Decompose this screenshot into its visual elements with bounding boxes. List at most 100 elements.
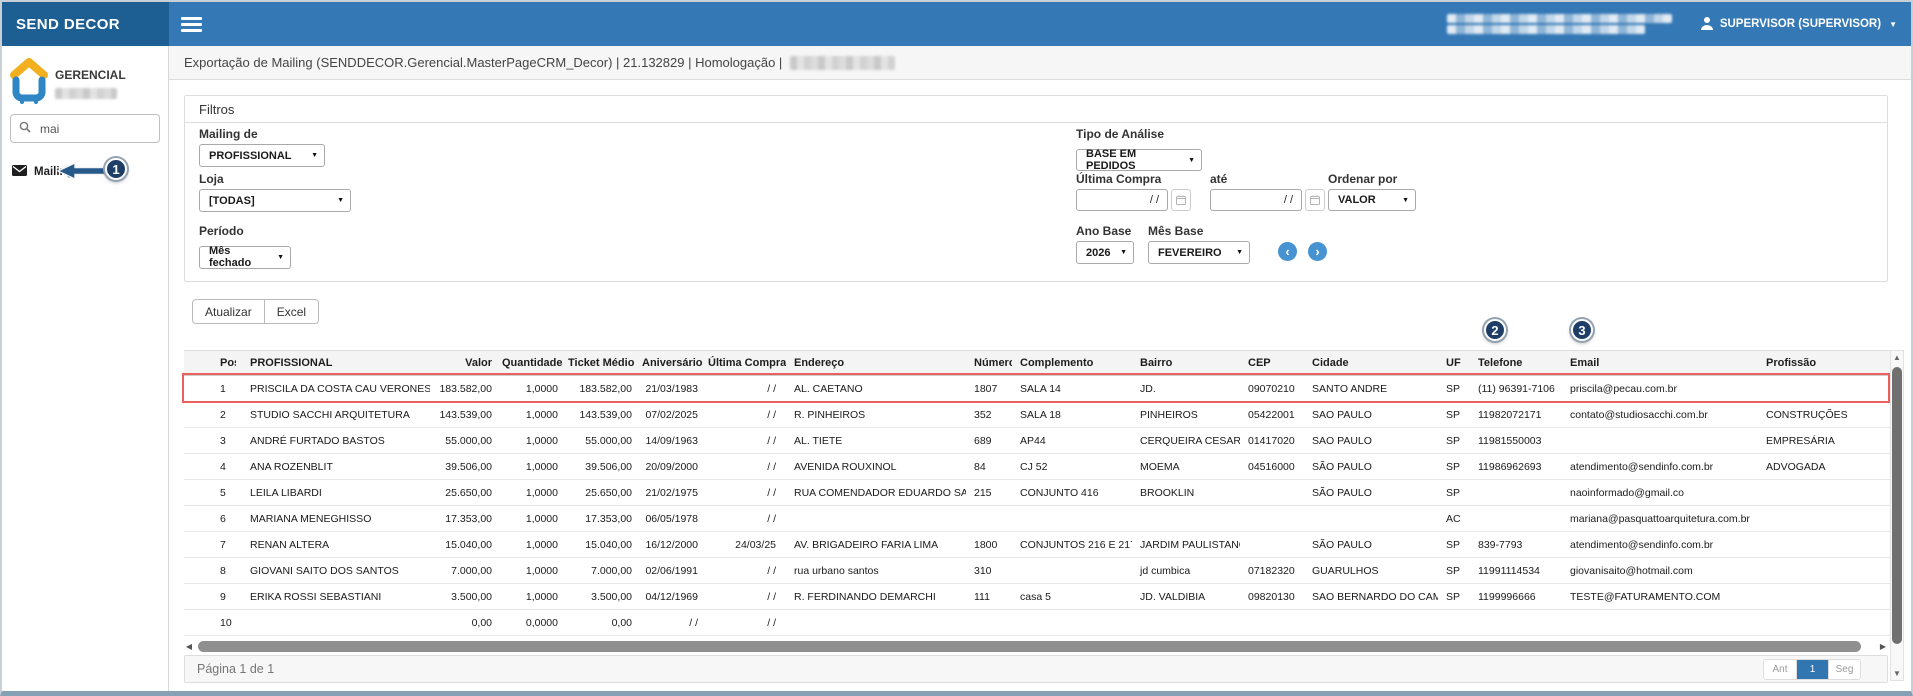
excel-button[interactable]: Excel (265, 299, 319, 324)
col-header-cep[interactable]: CEP (1240, 351, 1304, 376)
scroll-right-icon[interactable]: ▶ (1878, 642, 1888, 651)
cell: EMPRESÁRIA (1758, 428, 1892, 454)
cell: 352 (966, 402, 1012, 428)
page-1-button[interactable]: 1 (1796, 660, 1828, 679)
cell (1304, 506, 1438, 532)
cell: ANA ROZENBLIT (236, 454, 430, 480)
vertical-scrollbar[interactable]: ▲ ▼ (1890, 350, 1904, 681)
cell: RUA COMENDADOR EDUARDO SACCAB (786, 480, 966, 506)
scroll-up-icon[interactable]: ▲ (1891, 353, 1903, 362)
annotation-badge-1: 1 (105, 158, 127, 180)
horizontal-scroll-thumb[interactable] (198, 641, 1861, 652)
cell: priscila@pecau.com.br (1562, 376, 1758, 402)
col-header-profissional[interactable]: PROFISSIONAL (236, 351, 430, 376)
col-header-valor[interactable]: Valor (430, 351, 502, 376)
cell: 9 (184, 584, 236, 610)
col-header-bairro[interactable]: Bairro (1132, 351, 1240, 376)
mes-base-select[interactable]: FEVEREIRO▼ (1148, 241, 1250, 264)
col-header-n-mero[interactable]: Número (966, 351, 1012, 376)
horizontal-scrollbar[interactable]: ◀ ▶ (184, 640, 1888, 653)
ate-label: até (1210, 172, 1325, 186)
col-header-profiss-o[interactable]: Profissão (1758, 351, 1892, 376)
scroll-left-icon[interactable]: ◀ (184, 642, 194, 651)
cell: AL. TIETE (786, 428, 966, 454)
col-header-endere-o[interactable]: Endereço (786, 351, 966, 376)
cell: 07182320 (1240, 558, 1304, 584)
cell: BROOKLIN (1132, 480, 1240, 506)
ano-base-select[interactable]: 2026▼ (1076, 241, 1134, 264)
redacted-text (1447, 14, 1672, 34)
ultima-compra-date-input[interactable]: / / (1076, 189, 1168, 211)
loja-select[interactable]: [TODAS]▼ (199, 189, 351, 212)
vertical-scroll-thumb[interactable] (1892, 367, 1902, 644)
search-input[interactable] (40, 122, 140, 136)
ate-date-input[interactable]: / / (1210, 189, 1302, 211)
page-info: Página 1 de 1 (197, 662, 274, 676)
col-header-cidade[interactable]: Cidade (1304, 351, 1438, 376)
cell: SALA 14 (1012, 376, 1132, 402)
cell: 7.000,00 (430, 558, 502, 584)
cell (1132, 506, 1240, 532)
table-row[interactable]: 100,000,00000,00/ // / (184, 610, 1892, 636)
cell: 1,0000 (502, 480, 568, 506)
atualizar-button[interactable]: Atualizar (192, 299, 265, 324)
hamburger-menu-icon[interactable] (181, 17, 202, 32)
previous-month-button[interactable]: ‹ (1278, 242, 1297, 261)
col-header-telefone[interactable]: Telefone (1470, 351, 1562, 376)
table-row[interactable]: 1PRISCILA DA COSTA CAU VERONESI183.582,0… (184, 376, 1892, 402)
user-menu[interactable]: SUPERVISOR (SUPERVISOR) ▼ (1700, 16, 1897, 33)
table-row[interactable]: 2STUDIO SACCHI ARQUITETURA143.539,001,00… (184, 402, 1892, 428)
table-row[interactable]: 7RENAN ALTERA15.040,001,000015.040,0016/… (184, 532, 1892, 558)
col-header-posi-o[interactable]: Posição (184, 351, 236, 376)
cell: giovanisaito@hotmail.com (1562, 558, 1758, 584)
cell: (11) 96391-7106 (1470, 376, 1562, 402)
previous-page-button[interactable]: Ant (1764, 660, 1796, 679)
cell (1470, 480, 1562, 506)
cell: 07/02/2025 (642, 402, 708, 428)
cell: AP44 (1012, 428, 1132, 454)
tipo-analise-select[interactable]: BASE EM PEDIDOS▼ (1076, 149, 1202, 171)
col-header--ltima-compra[interactable]: Última Compra (708, 351, 786, 376)
table-row[interactable]: 5LEILA LIBARDI25.650,001,000025.650,0021… (184, 480, 1892, 506)
mailing-de-select[interactable]: PROFISSIONAL▼ (199, 144, 325, 167)
cell (1758, 506, 1892, 532)
ordenar-por-select[interactable]: VALOR▼ (1328, 189, 1416, 211)
table-row[interactable]: 3ANDRÉ FURTADO BASTOS55.000,001,000055.0… (184, 428, 1892, 454)
table-row[interactable]: 8GIOVANI SAITO DOS SANTOS7.000,001,00007… (184, 558, 1892, 584)
cell: MARIANA MENEGHISSO (236, 506, 430, 532)
cell: SÃO PAULO (1304, 532, 1438, 558)
next-page-button[interactable]: Seg (1828, 660, 1860, 679)
next-month-button[interactable]: › (1308, 242, 1327, 261)
periodo-select[interactable]: Mês fechado▼ (199, 246, 291, 269)
chevron-down-icon: ▼ (337, 197, 344, 204)
col-header-uf[interactable]: UF (1438, 351, 1470, 376)
col-header-complemento[interactable]: Complemento (1012, 351, 1132, 376)
cell (1012, 558, 1132, 584)
filters-panel: Filtros Mailing de PROFISSIONAL▼ Loja [T… (184, 95, 1888, 282)
cell: SANTO ANDRE (1304, 376, 1438, 402)
cell: / / (708, 610, 786, 636)
col-header-anivers-rio[interactable]: Aniversário (642, 351, 708, 376)
cell: 10 (184, 610, 236, 636)
cell: SAO PAULO (1304, 428, 1438, 454)
table-row[interactable]: 4ANA ROZENBLIT39.506,001,000039.506,0020… (184, 454, 1892, 480)
cell: 1,0000 (502, 402, 568, 428)
cell: 24/03/25 (708, 532, 786, 558)
cell (966, 506, 1012, 532)
col-header-quantidade[interactable]: Quantidade (502, 351, 568, 376)
col-header-ticket-m-dio[interactable]: Ticket Médio (568, 351, 642, 376)
table-row[interactable]: 9ERIKA ROSSI SEBASTIANI3.500,001,00003.5… (184, 584, 1892, 610)
chevron-down-icon: ▼ (277, 254, 284, 261)
cell: 21/03/1983 (642, 376, 708, 402)
cell: 09820130 (1240, 584, 1304, 610)
table-row[interactable]: 6MARIANA MENEGHISSO17.353,001,000017.353… (184, 506, 1892, 532)
calendar-icon[interactable] (1305, 189, 1325, 211)
mailing-de-label: Mailing de (199, 127, 325, 141)
cell: naoinformado@gmail.co (1562, 480, 1758, 506)
calendar-icon[interactable] (1171, 189, 1191, 211)
col-header-email[interactable]: Email (1562, 351, 1758, 376)
cell: 1,0000 (502, 506, 568, 532)
sidebar-search[interactable] (10, 114, 160, 143)
scroll-down-icon[interactable]: ▼ (1891, 669, 1903, 678)
annotation-arrow-icon (55, 162, 107, 185)
